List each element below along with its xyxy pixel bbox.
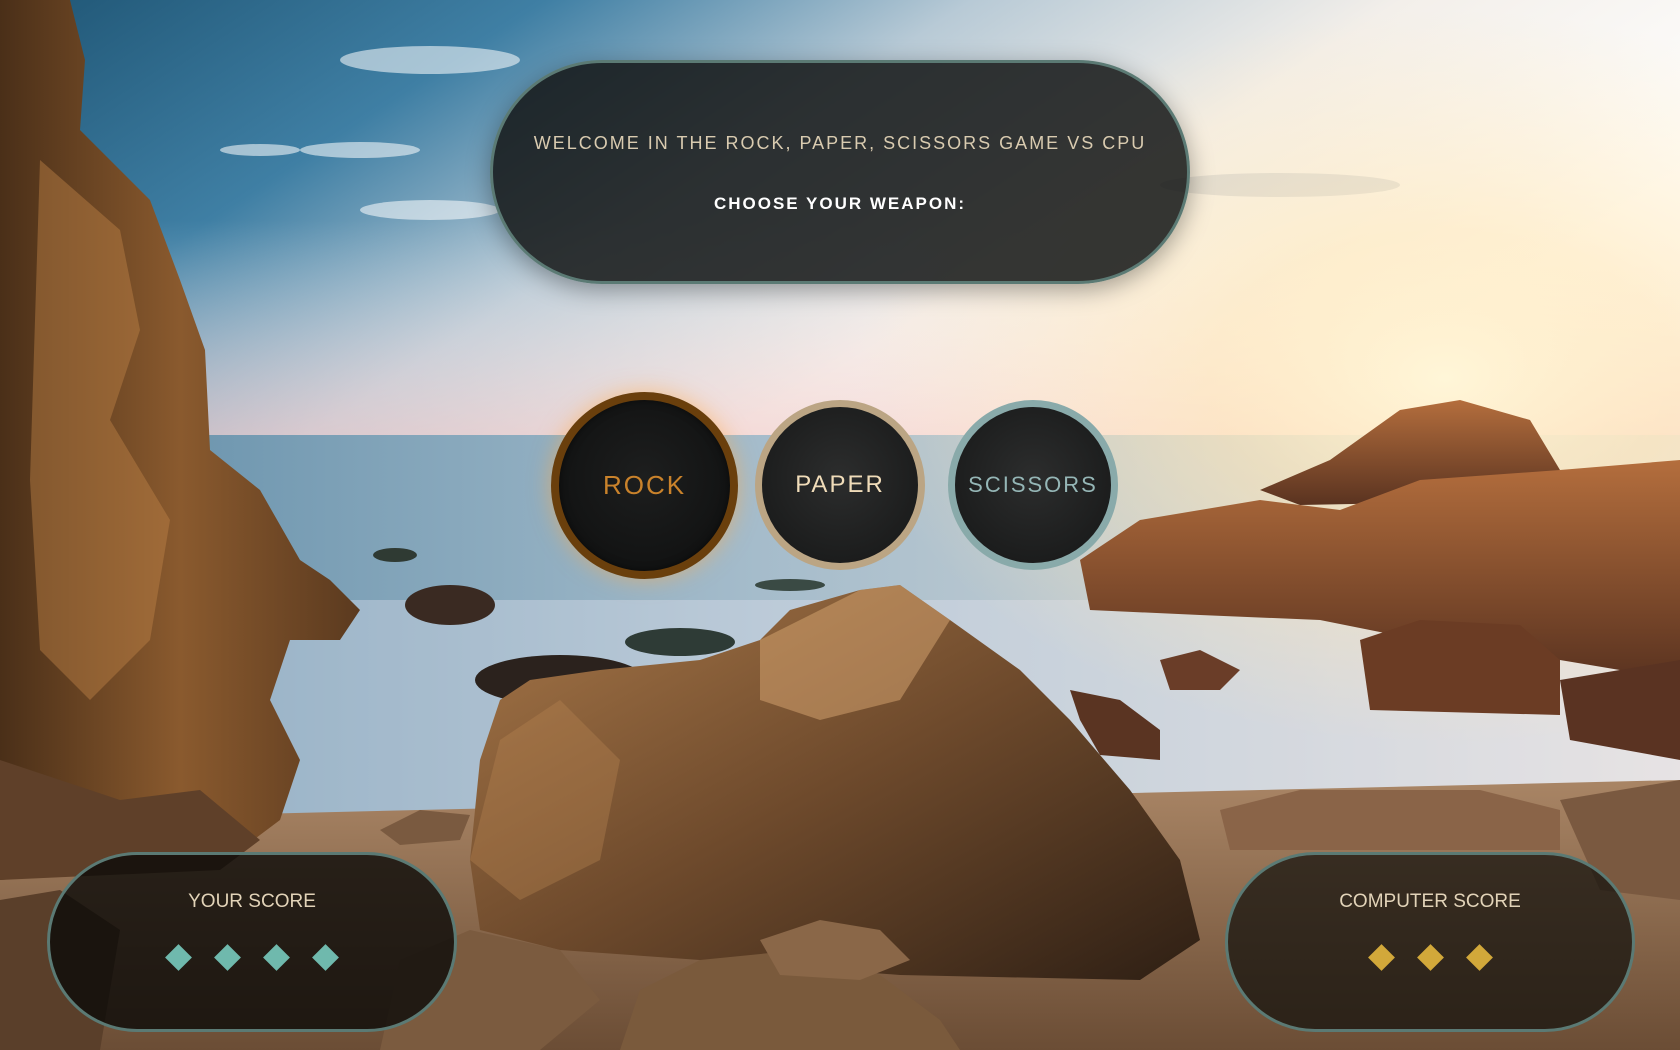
scissors-button-label: SCISSORS (968, 472, 1098, 497)
diamond-icon (263, 944, 290, 971)
scissors-button[interactable]: SCISSORS (948, 400, 1118, 570)
diamond-icon (214, 944, 241, 971)
player-score-title: YOUR SCORE (188, 891, 316, 912)
computer-score-markers (1228, 943, 1632, 973)
rock-button-label: ROCK (602, 470, 687, 500)
choose-weapon-prompt: CHOOSE YOUR WEAPON: (713, 194, 967, 213)
welcome-panel: WELCOME IN THE ROCK, PAPER, SCISSORS GAM… (490, 60, 1190, 284)
diamond-icon (312, 944, 339, 971)
player-score-panel: YOUR SCORE (47, 852, 457, 1032)
diamond-icon (1367, 944, 1395, 971)
computer-score-panel: COMPUTER SCORE (1225, 852, 1635, 1032)
rock-button[interactable]: ROCK (551, 392, 738, 579)
diamond-icon (1416, 944, 1444, 971)
player-score-markers (50, 943, 454, 973)
computer-score-title: COMPUTER SCORE (1339, 891, 1521, 912)
diamond-icon (1465, 944, 1493, 971)
paper-button-label: PAPER (795, 471, 885, 498)
paper-button[interactable]: PAPER (755, 400, 925, 570)
game-scene: WELCOME IN THE ROCK, PAPER, SCISSORS GAM… (0, 0, 1680, 1050)
diamond-icon (165, 944, 192, 971)
welcome-message: WELCOME IN THE ROCK, PAPER, SCISSORS GAM… (533, 133, 1147, 153)
